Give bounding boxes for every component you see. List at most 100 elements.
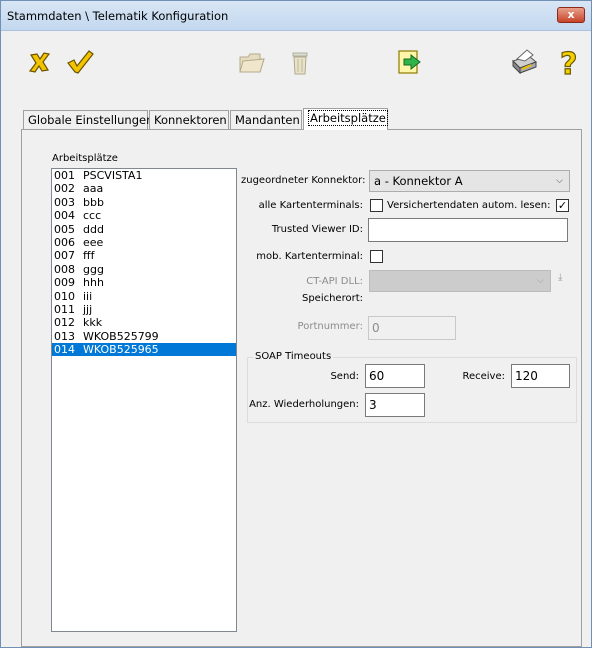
tab-label: Arbeitsplätze <box>308 110 388 126</box>
workstation-list-label: Arbeitsplätze <box>52 153 118 164</box>
versichertendaten-label: Versichertendaten autom. lesen: <box>387 200 551 211</box>
exit-button[interactable] <box>395 47 425 77</box>
list-item-number: 003 <box>54 195 75 209</box>
list-item[interactable]: 004 ccc <box>52 209 236 222</box>
list-item[interactable]: 009 hhh <box>52 276 236 289</box>
tab-label: Konnektoren <box>154 113 227 127</box>
list-item-name: eee <box>83 235 104 249</box>
printer-icon <box>512 49 537 75</box>
send-input[interactable]: 60 <box>365 364 425 388</box>
help-button[interactable]: ? <box>557 47 587 77</box>
open-folder-button[interactable] <box>237 47 267 77</box>
versichertendaten-checkbox[interactable]: ✓ <box>556 199 569 212</box>
list-item-name: ddd <box>83 222 104 236</box>
send-value: 60 <box>369 369 385 383</box>
send-label: Send: <box>330 371 359 382</box>
list-item[interactable]: 002 aaa <box>52 182 236 195</box>
tab-globale-einstellungen[interactable]: Globale Einstellungen <box>23 110 153 130</box>
list-item[interactable]: 013 WKOB525799 <box>52 330 236 343</box>
tab-mandanten[interactable]: Mandanten <box>230 110 302 130</box>
workstation-list[interactable]: 001 PSCVISTA1 002 aaa 003 bbb 004 ccc 005 ddd 006 e… <box>51 168 237 632</box>
list-item-number: 002 <box>54 182 75 196</box>
list-item-number: 013 <box>54 329 75 343</box>
list-item-name: kkk <box>83 316 103 330</box>
list-item[interactable]: 001 PSCVISTA1 <box>52 169 236 182</box>
folder-icon <box>239 53 265 73</box>
list-item-name: hhh <box>83 276 104 290</box>
trash-icon <box>292 52 308 75</box>
alle-kartenterminals-checkbox[interactable] <box>370 199 383 212</box>
list-item-name: WKOB525799 <box>83 329 159 343</box>
trusted-viewer-label: Trusted Viewer ID: <box>271 224 363 235</box>
list-item-name: ggg <box>83 262 104 276</box>
list-item-number: 007 <box>54 249 75 263</box>
konnektor-select[interactable]: a - Konnektor A ⌵ <box>369 170 570 192</box>
checkmark-icon <box>67 50 94 74</box>
list-item[interactable]: 012 kkk <box>52 316 236 329</box>
ctapi-select[interactable]: ⌵ <box>369 270 551 292</box>
list-item-number: 014 <box>54 343 75 357</box>
retries-input[interactable]: 3 <box>365 393 425 417</box>
list-item-number: 010 <box>54 289 75 303</box>
list-item-number: 001 <box>54 169 75 182</box>
list-item[interactable]: 014 WKOB525965 <box>52 343 236 357</box>
list-item[interactable]: 008 ggg <box>52 263 236 276</box>
close-icon: x <box>567 8 575 21</box>
receive-input[interactable]: 120 <box>511 364 570 388</box>
toolbar: ? <box>1 32 591 90</box>
konnektor-value: a - Konnektor A <box>374 174 463 188</box>
list-item-name: PSCVISTA1 <box>83 169 143 182</box>
list-item-number: 012 <box>54 316 75 330</box>
list-item-name: jjj <box>83 302 93 316</box>
list-item-number: 009 <box>54 276 75 290</box>
x-cancel-icon <box>28 52 51 73</box>
portnummer-input[interactable]: 0 <box>368 316 456 340</box>
confirm-button[interactable] <box>65 47 95 77</box>
tab-label: Globale Einstellungen <box>28 113 154 127</box>
list-item-name: fff <box>83 249 95 263</box>
list-item-number: 006 <box>54 235 75 249</box>
receive-label: Receive: <box>462 371 505 382</box>
list-item[interactable]: 010 iii <box>52 290 236 303</box>
list-item[interactable]: 003 bbb <box>52 196 236 209</box>
print-button[interactable] <box>509 47 539 77</box>
tab-arbeitsplaetze[interactable]: Arbeitsplätze <box>303 108 388 130</box>
close-button[interactable]: x <box>557 7 585 23</box>
portnummer-value: 0 <box>372 321 380 335</box>
list-item-number: 005 <box>54 222 75 236</box>
list-item-number: 008 <box>54 262 75 276</box>
list-item-name: bbb <box>83 195 104 209</box>
retries-label: Anz. Wiederholungen: <box>249 399 359 410</box>
portnummer-label: Portnummer: <box>297 321 363 332</box>
speicherort-label: Speicherort: <box>301 293 363 304</box>
window-title: Stammdaten \ Telematik Konfiguration <box>7 9 229 23</box>
tab-label: Mandanten <box>235 113 300 127</box>
mob-kartenterminal-checkbox[interactable] <box>370 250 383 263</box>
exit-arrow-icon <box>398 50 421 74</box>
list-item-name: WKOB525965 <box>83 343 159 357</box>
help-icon: ? <box>559 47 578 77</box>
alle-kartenterminals-label: alle Kartenterminals: <box>258 200 363 211</box>
title-bar[interactable]: Stammdaten \ Telematik Konfiguration x <box>1 1 591 31</box>
tab-konnektoren[interactable]: Konnektoren <box>149 110 229 130</box>
delete-button[interactable] <box>285 47 315 77</box>
list-item-number: 004 <box>54 209 75 223</box>
chevron-down-icon: ⌵ <box>556 176 563 186</box>
retries-value: 3 <box>369 398 377 412</box>
mob-kartenterminal-label: mob. Kartenterminal: <box>256 251 363 262</box>
download-icon[interactable]: ⤓ <box>558 272 562 283</box>
soap-timeouts-title: SOAP Timeouts <box>253 351 334 362</box>
list-item[interactable]: 006 eee <box>52 236 236 249</box>
list-item[interactable]: 007 fff <box>52 249 236 262</box>
cancel-button[interactable] <box>25 47 55 77</box>
configuration-window: Stammdaten \ Telematik Konfiguration x ?… <box>0 0 592 648</box>
list-item-name: ccc <box>83 209 102 223</box>
list-item[interactable]: 011 jjj <box>52 303 236 316</box>
trusted-viewer-input[interactable] <box>368 218 568 242</box>
list-item-name: aaa <box>83 182 104 196</box>
list-item-number: 011 <box>54 302 75 316</box>
konnektor-label: zugeordneter Konnektor: <box>241 175 366 186</box>
list-item[interactable]: 005 ddd <box>52 223 236 236</box>
list-item-name: iii <box>83 289 93 303</box>
chevron-down-icon: ⌵ <box>537 276 544 286</box>
